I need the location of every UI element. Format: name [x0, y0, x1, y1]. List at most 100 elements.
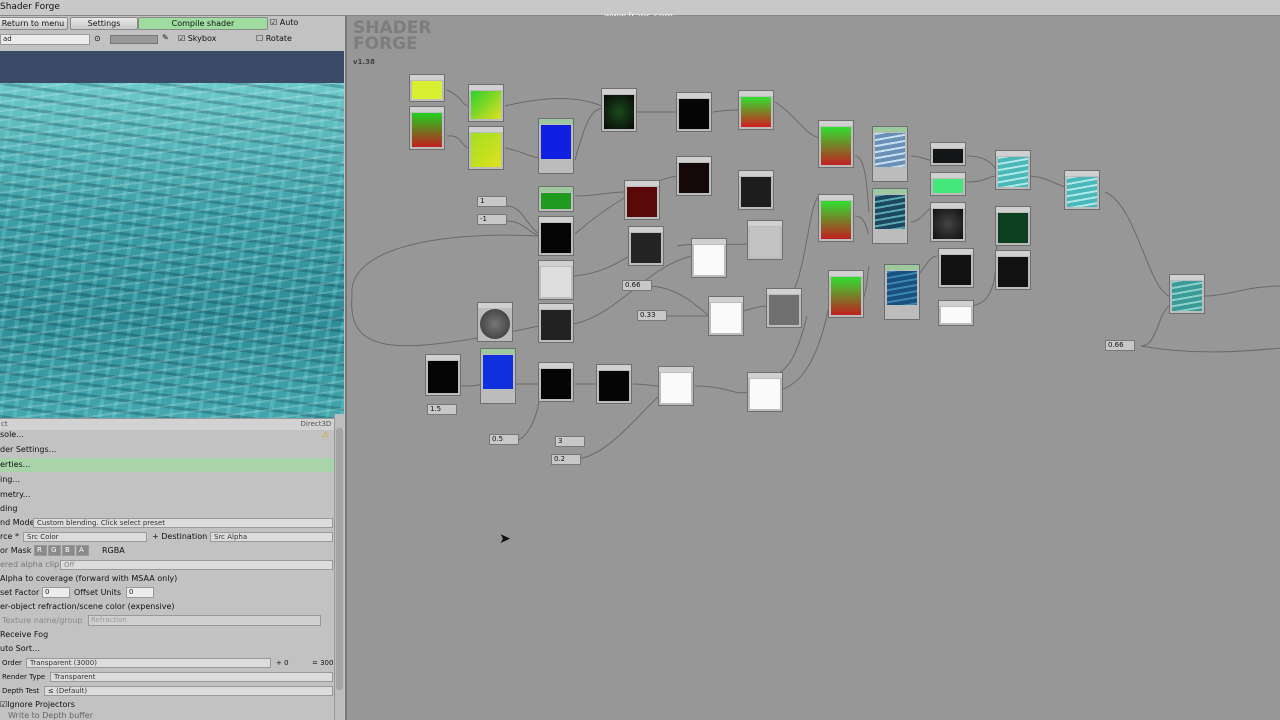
- color-mask-label: or Mask: [0, 546, 32, 555]
- auto-sort-foldout[interactable]: uto Sort...: [0, 642, 334, 656]
- multiply-node-3[interactable]: [676, 156, 712, 196]
- rotate-toggle[interactable]: ☐ Rotate: [256, 34, 292, 43]
- color-node[interactable]: [409, 74, 445, 102]
- value-node-9[interactable]: 0.66: [1105, 340, 1135, 351]
- order-dropdown[interactable]: Transparent (3000): [26, 658, 271, 668]
- add-node-3[interactable]: [691, 238, 727, 278]
- refraction-toggle[interactable]: er-object refraction/scene color (expens…: [0, 600, 334, 614]
- water-texture-node-3[interactable]: [884, 264, 920, 320]
- render-type-dropdown[interactable]: Transparent: [50, 672, 333, 682]
- dithered-label: ered alpha clip: [0, 560, 60, 569]
- blending-foldout[interactable]: ding: [0, 502, 334, 516]
- mult-gray-node[interactable]: [766, 288, 802, 328]
- multiply-node[interactable]: [468, 84, 504, 122]
- sinmove-node[interactable]: [538, 303, 574, 343]
- skybox-toggle[interactable]: ☑ Skybox: [178, 34, 216, 43]
- lerp-green-node-2[interactable]: [818, 194, 854, 242]
- auto-toggle[interactable]: ☑ Auto: [270, 18, 298, 27]
- value-node-1[interactable]: 1: [477, 196, 507, 207]
- eyedropper-icon[interactable]: ✎: [162, 33, 169, 42]
- bg-color-swatch[interactable]: [110, 35, 158, 44]
- normal-texture-node-2[interactable]: [480, 348, 516, 404]
- value-node-4[interactable]: 0.33: [637, 310, 667, 321]
- order-label: Order: [2, 659, 22, 667]
- compile-button[interactable]: Compile shader: [138, 17, 268, 30]
- water-texture-node[interactable]: [872, 126, 908, 182]
- add-node-2[interactable]: [738, 90, 774, 130]
- mask-g-button[interactable]: G: [48, 545, 61, 556]
- normal-texture-node[interactable]: [538, 118, 574, 174]
- mesh-picker-icon[interactable]: ⊙: [94, 34, 101, 43]
- lerp-node-3[interactable]: [995, 206, 1031, 246]
- write-depth-toggle[interactable]: Write to Depth buffer: [8, 712, 108, 720]
- multiply-node-7[interactable]: [747, 372, 783, 412]
- add-node-5[interactable]: [658, 366, 694, 406]
- lighting-foldout[interactable]: ing...: [0, 473, 334, 487]
- properties-foldout[interactable]: erties...: [0, 458, 334, 472]
- water-texture-node-2[interactable]: [872, 188, 908, 244]
- lerp-node[interactable]: [538, 216, 574, 256]
- offset-factor-input[interactable]: 0: [42, 587, 70, 598]
- dest-dropdown[interactable]: Src Alpha: [210, 532, 333, 542]
- value-white-node[interactable]: [938, 300, 974, 326]
- dithered-dropdown[interactable]: Off: [60, 560, 333, 570]
- source-dropdown[interactable]: Src Color: [23, 532, 147, 542]
- uv-node[interactable]: [409, 106, 445, 150]
- value-node-3[interactable]: 0.66: [622, 280, 652, 291]
- scroll-thumb[interactable]: [336, 428, 343, 690]
- value-dark-node[interactable]: [930, 142, 966, 166]
- add-node-4[interactable]: [708, 296, 744, 336]
- order-offset[interactable]: + 0: [276, 656, 289, 670]
- preview-viewport[interactable]: [0, 51, 344, 418]
- shader-settings-foldout[interactable]: der Settings...: [0, 443, 334, 457]
- add-node[interactable]: [468, 126, 504, 170]
- texname-input[interactable]: Refraction: [88, 615, 321, 626]
- multiply-node-8[interactable]: [930, 202, 966, 242]
- value-node-6[interactable]: 0.5: [489, 434, 519, 445]
- blend-mode-label: nd Mode: [0, 518, 35, 527]
- multiply-node-5[interactable]: [425, 354, 461, 396]
- blend-mode-dropdown[interactable]: Custom blending. Click select preset: [33, 518, 333, 528]
- receive-fog-toggle[interactable]: Receive Fog: [0, 628, 334, 642]
- frac-node[interactable]: [538, 260, 574, 300]
- inspector-scrollbar[interactable]: [334, 414, 344, 720]
- value-green-node[interactable]: [538, 186, 574, 212]
- multiply-node-4[interactable]: [628, 226, 664, 266]
- console-foldout[interactable]: sole... ⚠: [0, 428, 334, 442]
- multiply-node-9[interactable]: [938, 248, 974, 288]
- value-node-5[interactable]: 1.5: [427, 404, 457, 415]
- offset-units-input[interactable]: 0: [126, 587, 154, 598]
- lerp-green-node[interactable]: [818, 120, 854, 168]
- return-button[interactable]: Return to menu: [0, 17, 68, 30]
- value-node-2[interactable]: -1: [477, 214, 507, 225]
- time-node[interactable]: [477, 302, 513, 342]
- node-canvas[interactable]: SHADER FORGE v1.38 1 -1 0.66 0.33 1.5 0.…: [345, 16, 1280, 720]
- value-node-8[interactable]: 0.2: [551, 454, 581, 465]
- multiply-node-10[interactable]: [995, 250, 1031, 290]
- subtract-node[interactable]: [538, 362, 574, 402]
- mesh-field[interactable]: ad: [0, 34, 90, 45]
- mask-r-button[interactable]: R: [34, 545, 47, 556]
- console-label: sole...: [0, 430, 24, 439]
- alpha-coverage-toggle[interactable]: Alpha to coverage (forward with MSAA onl…: [0, 572, 334, 586]
- mask-b-button[interactable]: B: [62, 545, 75, 556]
- value-green-node-2[interactable]: [930, 172, 966, 196]
- compmask-node[interactable]: [601, 88, 637, 132]
- sin-node[interactable]: [738, 170, 774, 210]
- add-water-node[interactable]: [995, 150, 1031, 190]
- lerp-node-2[interactable]: [747, 220, 783, 260]
- settings-button[interactable]: Settings: [70, 17, 138, 30]
- render-type-row: Render Type Transparent: [0, 670, 334, 684]
- output-water-node[interactable]: [1169, 274, 1205, 314]
- multiply-node-6[interactable]: [596, 364, 632, 404]
- lerp-green-node-3[interactable]: [828, 270, 864, 318]
- power-node[interactable]: [624, 180, 660, 220]
- mask-a-button[interactable]: A: [76, 545, 89, 556]
- value-node-7[interactable]: 3: [555, 436, 585, 447]
- add-water-node-2[interactable]: [1064, 170, 1100, 210]
- depth-test-dropdown[interactable]: ≤ (Default): [44, 686, 333, 696]
- multiply-node-2[interactable]: [676, 92, 712, 132]
- geometry-foldout[interactable]: metry...: [0, 488, 334, 502]
- color-mask-row: or Mask R G B A RGBA: [0, 544, 334, 558]
- ignore-projectors-toggle[interactable]: ☑Ignore Projectors: [0, 698, 334, 712]
